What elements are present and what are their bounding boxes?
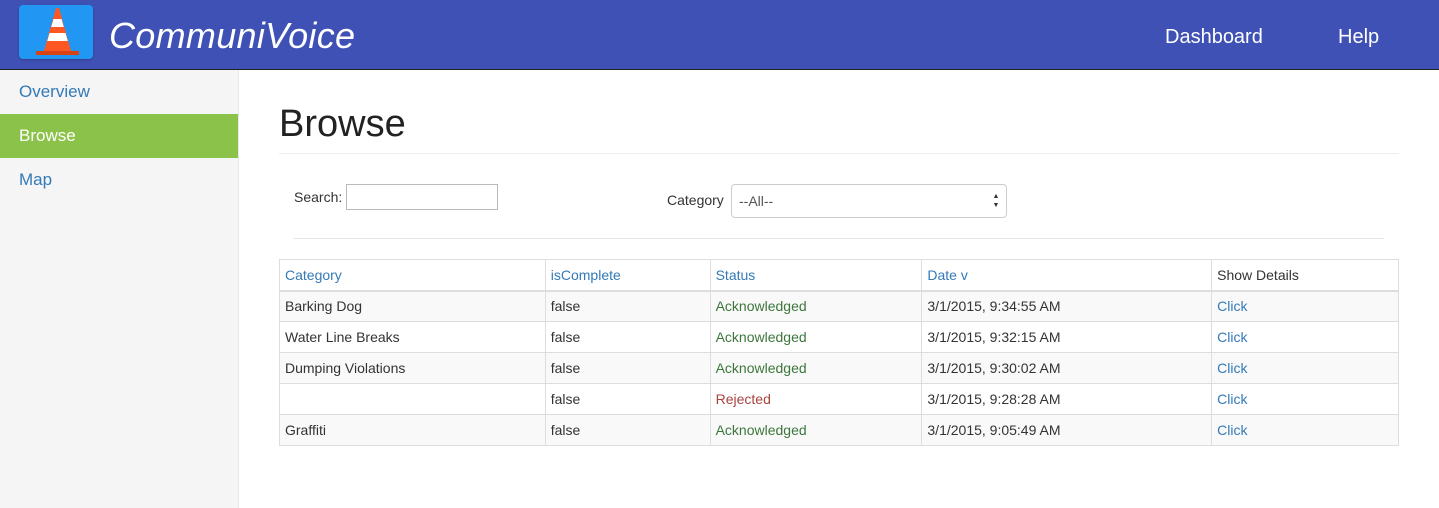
cell-iscomplete: false xyxy=(544,321,711,353)
reports-table: Category isComplete Status Date v Show D… xyxy=(279,259,1399,446)
top-navbar: CommuniVoice Dashboard Help xyxy=(0,0,1439,70)
sidebar: Overview Browse Map xyxy=(0,70,239,508)
cell-date: 3/1/2015, 9:30:02 AM xyxy=(921,352,1213,384)
cell-iscomplete: false xyxy=(544,414,711,446)
cell-status: Acknowledged xyxy=(709,321,923,353)
search-input[interactable] xyxy=(346,184,498,210)
table-row: Dumping Violations false Acknowledged 3/… xyxy=(279,352,1399,384)
cell-iscomplete: false xyxy=(544,352,711,384)
details-link[interactable]: Click xyxy=(1211,321,1399,353)
table-header-row: Category isComplete Status Date v Show D… xyxy=(279,259,1399,292)
cell-iscomplete: false xyxy=(544,383,711,415)
select-arrows-icon: ▲ ▼ xyxy=(992,193,1000,209)
table-row: Barking Dog false Acknowledged 3/1/2015,… xyxy=(279,290,1399,322)
cell-category: Barking Dog xyxy=(279,290,546,322)
column-header-status[interactable]: Status xyxy=(709,259,923,292)
cell-category: Graffiti xyxy=(279,414,546,446)
cell-date: 3/1/2015, 9:28:28 AM xyxy=(921,383,1213,415)
sidebar-item-browse[interactable]: Browse xyxy=(0,114,238,158)
cell-status: Acknowledged xyxy=(709,290,923,322)
sidebar-item-overview[interactable]: Overview xyxy=(0,70,238,114)
column-header-show-details: Show Details xyxy=(1211,259,1399,292)
cell-status: Acknowledged xyxy=(709,352,923,384)
title-divider xyxy=(279,153,1399,154)
cell-category: Water Line Breaks xyxy=(279,321,546,353)
table-row: Graffiti false Acknowledged 3/1/2015, 9:… xyxy=(279,414,1399,446)
column-header-date[interactable]: Date v xyxy=(921,259,1213,292)
brand-name: CommuniVoice xyxy=(109,15,356,56)
cell-date: 3/1/2015, 9:32:15 AM xyxy=(921,321,1213,353)
cell-date: 3/1/2015, 9:05:49 AM xyxy=(921,414,1213,446)
cell-iscomplete: false xyxy=(544,290,711,322)
cell-status: Acknowledged xyxy=(709,414,923,446)
cell-category xyxy=(279,383,546,415)
details-link[interactable]: Click xyxy=(1211,414,1399,446)
column-header-iscomplete[interactable]: isComplete xyxy=(544,259,711,292)
nav-dashboard-link[interactable]: Dashboard xyxy=(1165,24,1263,50)
traffic-cone-icon xyxy=(36,8,79,55)
category-select-value: --All-- xyxy=(739,193,774,209)
search-label: Search: xyxy=(294,189,343,205)
category-select[interactable]: --All-- ▲ ▼ xyxy=(731,184,1007,218)
details-link[interactable]: Click xyxy=(1211,290,1399,322)
cell-category: Dumping Violations xyxy=(279,352,546,384)
nav-help-link[interactable]: Help xyxy=(1338,24,1379,50)
cell-date: 3/1/2015, 9:34:55 AM xyxy=(921,290,1213,322)
details-link[interactable]: Click xyxy=(1211,383,1399,415)
table-row: Water Line Breaks false Acknowledged 3/1… xyxy=(279,321,1399,353)
category-filter-label: Category xyxy=(667,192,724,208)
filter-divider xyxy=(294,238,1384,239)
page-title: Browse xyxy=(279,103,406,145)
cell-status: Rejected xyxy=(709,383,923,415)
column-header-category[interactable]: Category xyxy=(279,259,546,292)
sidebar-item-map[interactable]: Map xyxy=(0,158,238,202)
app-logo[interactable] xyxy=(19,5,93,59)
table-row: false Rejected 3/1/2015, 9:28:28 AM Clic… xyxy=(279,383,1399,415)
details-link[interactable]: Click xyxy=(1211,352,1399,384)
